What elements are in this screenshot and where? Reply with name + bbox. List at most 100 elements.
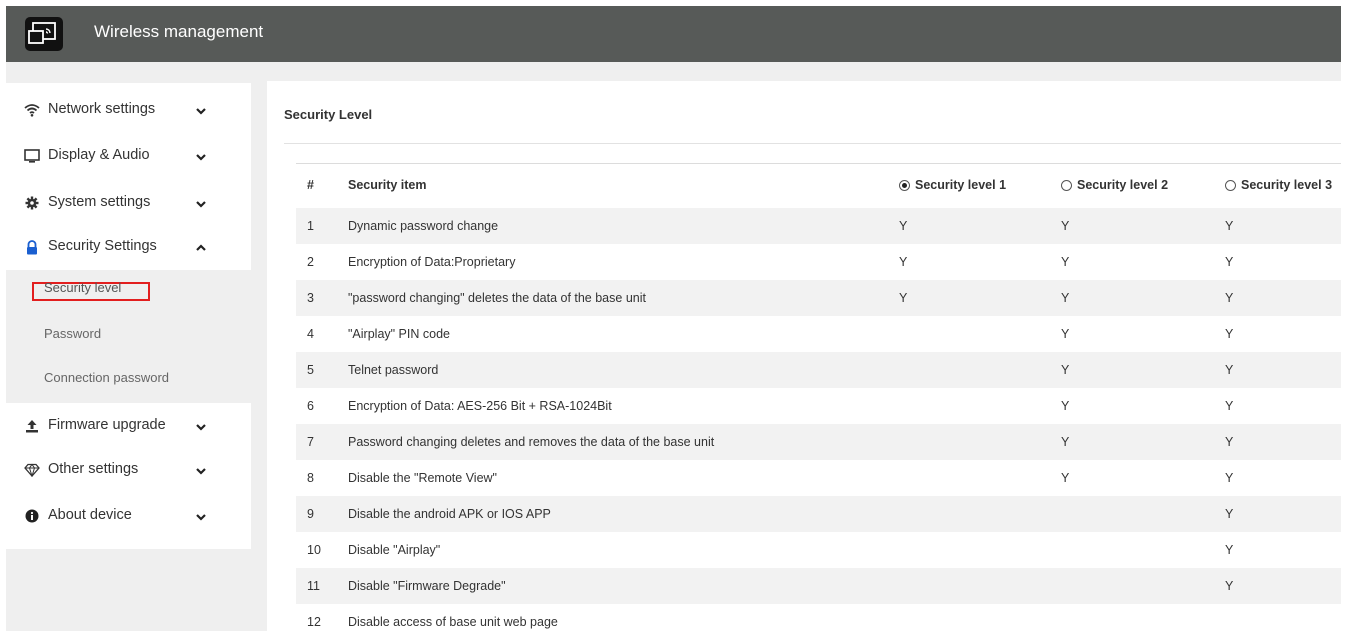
security-level-1-radio[interactable]: Security level 1 [899, 178, 1006, 192]
table-row: 10 Disable "Airplay" Y [296, 532, 1341, 568]
row-item: Encryption of Data:Proprietary [348, 255, 516, 269]
row-level3: Y [1225, 255, 1234, 269]
screen-cast-icon [25, 17, 63, 51]
row-level1: Y [899, 219, 908, 233]
row-level3: Y [1225, 399, 1234, 413]
table-row: 8 Disable the "Remote View" Y Y [296, 460, 1341, 496]
row-num: 7 [307, 435, 314, 449]
diamond-icon [24, 462, 40, 478]
sidebar-item-about-device[interactable]: About device [6, 496, 251, 536]
row-level3: Y [1225, 363, 1234, 377]
table-row: 4 "Airplay" PIN code Y Y [296, 316, 1341, 352]
table-row: 11 Disable "Firmware Degrade" Y [296, 568, 1341, 604]
row-num: 4 [307, 327, 314, 341]
row-level3: Y [1225, 219, 1234, 233]
sidebar-item-system-settings[interactable]: System settings [6, 183, 251, 223]
sidebar-item-security-settings[interactable]: Security Settings [6, 227, 251, 267]
row-level3: Y [1225, 327, 1234, 341]
row-num: 1 [307, 219, 314, 233]
row-level2: Y [1061, 471, 1070, 485]
sidebar-item-display-audio[interactable]: Display & Audio [6, 136, 251, 176]
row-level2: Y [1061, 219, 1070, 233]
row-level1: Y [899, 255, 908, 269]
column-header-num: # [307, 178, 314, 192]
main-panel: Security Level # Security item Security … [267, 81, 1341, 631]
row-level2: Y [1061, 255, 1070, 269]
sidebar-subitem-connection-password[interactable]: Connection password [6, 360, 251, 398]
radio-unchecked-icon [1061, 179, 1072, 191]
sidebar-item-other-settings[interactable]: Other settings [6, 450, 251, 490]
row-item: Telnet password [348, 363, 439, 377]
row-num: 5 [307, 363, 314, 377]
row-num: 11 [307, 579, 320, 593]
table-row: 5 Telnet password Y Y [296, 352, 1341, 388]
wifi-icon [24, 102, 40, 118]
app-title: Wireless management [94, 22, 264, 41]
chevron-down-icon [195, 510, 207, 522]
row-num: 2 [307, 255, 314, 269]
radio-checked-icon [899, 179, 910, 191]
security-settings-submenu: Security level Password Connection passw… [6, 270, 251, 403]
row-level2: Y [1061, 363, 1070, 377]
row-level3: Y [1225, 435, 1234, 449]
row-num: 3 [307, 291, 314, 305]
row-level3: Y [1225, 579, 1234, 593]
row-level2: Y [1061, 291, 1070, 305]
row-item: "password changing" deletes the data of … [348, 291, 646, 305]
sidebar-subitem-label: Security level [44, 280, 122, 295]
row-level3: Y [1225, 543, 1234, 557]
sidebar-item-label: Network settings [48, 101, 156, 117]
chevron-down-icon [195, 197, 207, 209]
table-row: 3 "password changing" deletes the data o… [296, 280, 1341, 316]
chevron-down-icon [195, 464, 207, 476]
divider [284, 143, 1341, 144]
row-level3: Y [1225, 471, 1234, 485]
sidebar-item-label: About device [48, 507, 132, 523]
sidebar-item-network-settings[interactable]: Network settings [6, 90, 251, 130]
sidebar-item-label: Firmware upgrade [48, 417, 166, 433]
chevron-up-icon [195, 241, 207, 253]
sidebar-item-firmware-upgrade[interactable]: Firmware upgrade [6, 406, 251, 446]
info-icon [24, 508, 40, 524]
row-item: Disable "Airplay" [348, 543, 441, 557]
upload-icon [24, 418, 40, 434]
row-item: Disable the android APK or IOS APP [348, 507, 551, 521]
page-title: Security Level [284, 107, 373, 122]
row-level2: Y [1061, 435, 1070, 449]
security-level-2-radio[interactable]: Security level 2 [1061, 178, 1168, 192]
row-level2: Y [1061, 399, 1070, 413]
sidebar-item-label: System settings [48, 194, 151, 210]
table-row: 2 Encryption of Data:Proprietary Y Y Y [296, 244, 1341, 280]
radio-label: Security level 2 [1077, 178, 1169, 192]
table-row: 7 Password changing deletes and removes … [296, 424, 1341, 460]
monitor-icon [24, 148, 40, 164]
chevron-down-icon [195, 104, 207, 116]
table-row: 1 Dynamic password change Y Y Y [296, 208, 1341, 244]
table-header-row: # Security item Security level 1 Securit… [296, 163, 1341, 208]
row-item: "Airplay" PIN code [348, 327, 450, 341]
radio-label: Security level 1 [915, 178, 1007, 192]
sidebar-item-label: Security Settings [48, 238, 157, 254]
row-item: Dynamic password change [348, 219, 499, 233]
chevron-down-icon [195, 150, 207, 162]
sidebar-subitem-label: Connection password [44, 370, 170, 385]
sidebar-subitem-security-level[interactable]: Security level [6, 270, 251, 308]
row-num: 9 [307, 507, 314, 521]
sidebar-item-label: Other settings [48, 461, 139, 477]
lock-icon [24, 239, 40, 255]
sidebar: Network settings Display & Audio System … [6, 83, 251, 549]
gear-icon [24, 195, 40, 211]
table-row: 9 Disable the android APK or IOS APP Y [296, 496, 1341, 532]
row-num: 8 [307, 471, 314, 485]
row-level3: Y [1225, 507, 1234, 521]
sidebar-item-label: Display & Audio [48, 147, 150, 163]
security-level-3-radio[interactable]: Security level 3 [1225, 178, 1332, 192]
row-item: Disable "Firmware Degrade" [348, 579, 506, 593]
sidebar-subitem-label: Password [44, 326, 102, 341]
row-item: Password changing deletes and removes th… [348, 435, 715, 449]
radio-label: Security level 3 [1241, 178, 1333, 192]
row-level2: Y [1061, 327, 1070, 341]
sidebar-subitem-password[interactable]: Password [6, 316, 251, 354]
top-bar: Wireless management [6, 6, 1341, 62]
table-row: 12 Disable access of base unit web page [296, 604, 1341, 631]
